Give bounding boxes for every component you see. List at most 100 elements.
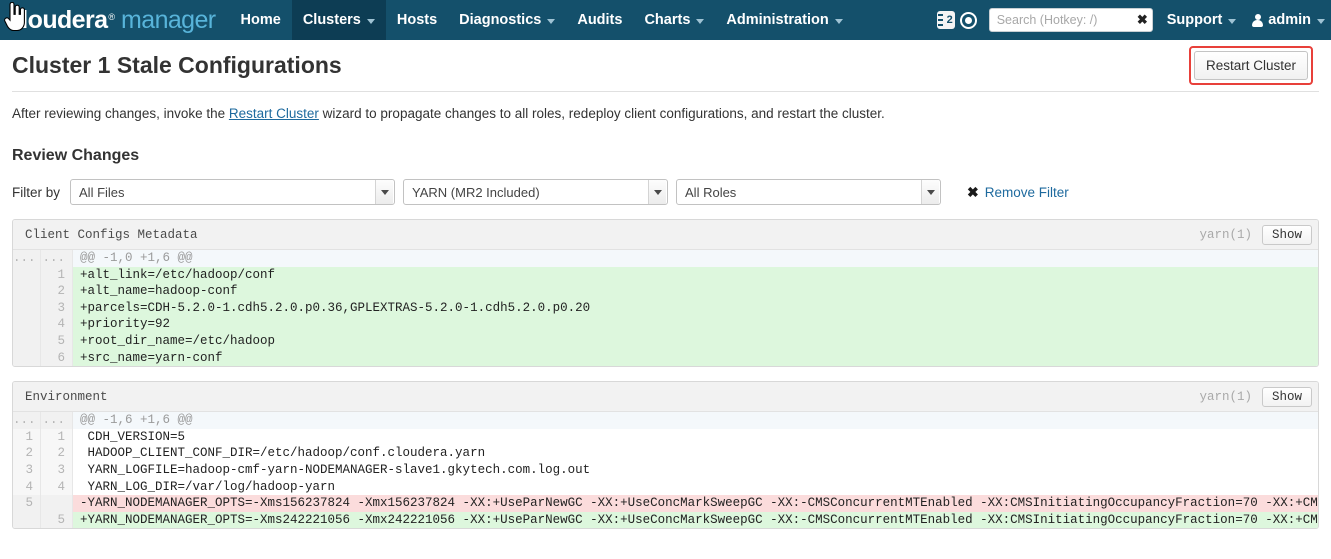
diff-new-lineno: 1 <box>41 428 73 446</box>
diff-panel-title: Environment <box>25 389 108 404</box>
diff-code: CDH_VERSION=5 <box>73 428 1318 446</box>
diff-row: 1 1 CDH_VERSION=5 <box>13 428 1318 446</box>
nav-item-label: Clusters <box>302 12 361 28</box>
search-box: ✖ <box>988 8 1153 32</box>
diff-panel-service-tag: yarn(1) <box>1199 227 1252 242</box>
page-content: Cluster 1 Stale Configurations Restart C… <box>0 40 1331 530</box>
person-icon <box>1252 14 1264 27</box>
diff-new-lineno: 3 <box>41 461 73 479</box>
chevron-down-icon <box>648 180 667 204</box>
nav-item-charts[interactable]: Charts <box>633 0 715 40</box>
show-diff-button[interactable]: Show <box>1261 386 1312 407</box>
filter-roles-select[interactable]: All Roles <box>676 179 942 205</box>
filter-row: Filter by All Files YARN (MR2 Included) … <box>12 179 1319 205</box>
diff-old-lineno <box>13 332 41 350</box>
diff-body: ... ... @@ -1,0 +1,6 @@ 1 +alt_link=/etc… <box>13 250 1318 367</box>
diff-new-lineno: 5 <box>41 511 73 529</box>
diff-row: 3 +parcels=CDH-5.2.0-1.cdh5.2.0.p0.36,GP… <box>13 299 1318 317</box>
diff-row: 1 +alt_link=/etc/hadoop/conf <box>13 266 1318 284</box>
support-menu[interactable]: Support <box>1167 12 1237 28</box>
nav-item-label: Hosts <box>396 12 438 28</box>
cloudera-manager-logo[interactable]: cloudera ® manager <box>0 0 230 40</box>
diff-row: 4 4 YARN_LOG_DIR=/var/log/hadoop-yarn <box>13 478 1318 496</box>
close-icon: ✖ <box>967 183 979 200</box>
nav-item-label: Diagnostics <box>459 12 542 28</box>
diff-old-lineno <box>13 511 41 529</box>
nav-item-clusters[interactable]: Clusters <box>291 0 386 40</box>
remove-filter-label: Remove Filter <box>984 184 1069 200</box>
diff-code: +src_name=yarn-conf <box>73 349 1318 367</box>
logo-registered-mark: ® <box>108 12 116 22</box>
diff-old-lineno <box>13 349 41 367</box>
diff-new-lineno: 5 <box>41 332 73 350</box>
diff-panel-title: Client Configs Metadata <box>25 227 198 242</box>
diff-old-lineno <box>13 299 41 317</box>
filter-service-select[interactable]: YARN (MR2 Included) <box>403 179 669 205</box>
diff-code: +priority=92 <box>73 316 1318 333</box>
diff-old-lineno: 1 <box>13 428 41 446</box>
diff-row: ... ... @@ -1,0 +1,6 @@ <box>13 250 1318 267</box>
diff-row: 4 +priority=92 <box>13 316 1318 333</box>
diff-new-lineno: ... <box>41 250 73 267</box>
filter-files-select[interactable]: All Files <box>70 179 396 205</box>
restart-cluster-highlight-annotation: Restart Cluster <box>1188 46 1313 85</box>
logo-manager-text: manager <box>121 6 216 34</box>
nav-item-administration[interactable]: Administration <box>715 0 853 40</box>
chevron-down-icon <box>921 180 940 204</box>
intro-before: After reviewing changes, invoke the <box>12 106 229 121</box>
nav-item-label: Audits <box>577 12 623 28</box>
diff-panel-header: Client Configs Metadata yarn(1) Show <box>13 220 1318 250</box>
diff-old-lineno: 3 <box>13 461 41 479</box>
diff-code: +alt_link=/etc/hadoop/conf <box>73 266 1318 284</box>
diff-row: ... ... @@ -1,6 +1,6 @@ <box>13 412 1318 429</box>
close-icon[interactable]: ✖ <box>1137 11 1148 28</box>
diff-row: 2 +alt_name=hadoop-conf <box>13 283 1318 300</box>
page-header: Cluster 1 Stale Configurations Restart C… <box>12 40 1319 92</box>
filter-files-value: All Files <box>79 184 125 200</box>
clock-circle-icon[interactable] <box>959 11 977 29</box>
diff-old-lineno: ... <box>13 412 41 429</box>
remove-filter-button[interactable]: ✖ Remove Filter <box>967 184 1069 201</box>
diff-new-lineno: 4 <box>41 478 73 496</box>
chevron-down-icon <box>834 18 843 24</box>
running-commands-icon[interactable]: 2 <box>936 11 955 29</box>
diff-code: HADOOP_CLIENT_CONF_DIR=/etc/hadoop/conf.… <box>73 445 1318 462</box>
diff-code: +root_dir_name=/etc/hadoop <box>73 332 1318 350</box>
show-diff-button[interactable]: Show <box>1261 224 1312 245</box>
diff-old-lineno: ... <box>13 250 41 267</box>
nav-item-diagnostics[interactable]: Diagnostics <box>448 0 566 40</box>
diff-code: @@ -1,6 +1,6 @@ <box>73 412 1318 429</box>
diff-new-lineno: 6 <box>41 349 73 367</box>
diff-code: YARN_LOG_DIR=/var/log/hadoop-yarn <box>73 478 1318 496</box>
filter-roles-value: All Roles <box>685 184 737 200</box>
nav-item-label: Home <box>240 12 281 28</box>
diff-code: YARN_LOGFILE=hadoop-cmf-yarn-NODEMANAGER… <box>73 461 1318 479</box>
support-label: Support <box>1166 12 1223 28</box>
chevron-down-icon <box>1228 18 1237 24</box>
nav-item-home[interactable]: Home <box>230 0 292 40</box>
user-menu[interactable]: admin <box>1252 12 1325 28</box>
chevron-down-icon <box>547 18 556 24</box>
diff-panel: Environment yarn(1) Show ... ... @@ -1,6… <box>12 381 1319 530</box>
diff-code: @@ -1,0 +1,6 @@ <box>73 250 1318 267</box>
navbar-right-group: 2 ✖ Support admin <box>936 0 1325 40</box>
logo-cloudera-text: cloudera <box>8 6 108 34</box>
filter-by-label: Filter by <box>12 184 61 200</box>
chevron-down-icon <box>696 18 705 24</box>
diff-old-lineno: 4 <box>13 478 41 496</box>
diff-code: +parcels=CDH-5.2.0-1.cdh5.2.0.p0.36,GPLE… <box>73 299 1318 317</box>
diff-old-lineno <box>13 316 41 333</box>
restart-cluster-button[interactable]: Restart Cluster <box>1193 51 1308 80</box>
diff-row: 5 +root_dir_name=/etc/hadoop <box>13 332 1318 350</box>
diff-new-lineno: 2 <box>41 283 73 300</box>
diff-panel: Client Configs Metadata yarn(1) Show ...… <box>12 219 1319 368</box>
nav-item-audits[interactable]: Audits <box>566 0 633 40</box>
intro-text: After reviewing changes, invoke the Rest… <box>12 92 1319 121</box>
diff-new-lineno: 1 <box>41 266 73 284</box>
nav-item-label: Charts <box>644 12 691 28</box>
restart-cluster-link[interactable]: Restart Cluster <box>229 106 319 121</box>
diff-new-lineno: ... <box>41 412 73 429</box>
search-input[interactable] <box>988 8 1153 32</box>
diff-row: 5 -YARN_NODEMANAGER_OPTS=-Xms156237824 -… <box>13 495 1318 512</box>
nav-item-hosts[interactable]: Hosts <box>386 0 448 40</box>
